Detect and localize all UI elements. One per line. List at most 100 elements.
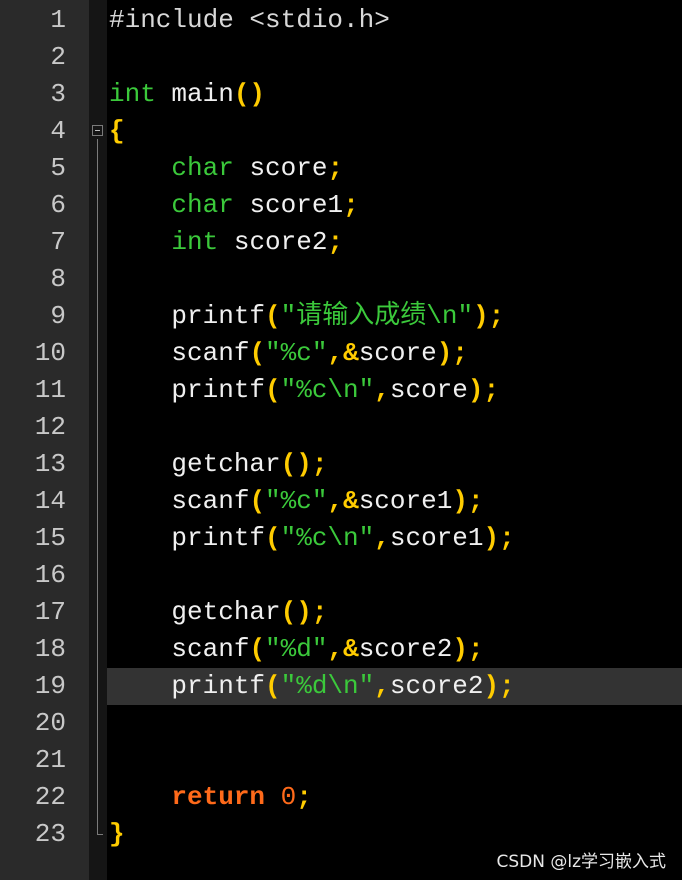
code-line[interactable]: 20 bbox=[0, 705, 682, 742]
code-line[interactable]: 12 bbox=[0, 409, 682, 446]
code-text[interactable]: return 0; bbox=[109, 779, 311, 816]
code-text[interactable]: getchar(); bbox=[109, 594, 327, 631]
code-token: (); bbox=[280, 597, 328, 627]
code-token: printf bbox=[109, 671, 266, 701]
code-token: score bbox=[233, 153, 328, 183]
code-line[interactable]: 9 printf("请输入成绩\n"); bbox=[0, 298, 682, 335]
code-token: () bbox=[233, 79, 266, 109]
code-token: printf bbox=[109, 375, 266, 405]
code-token: , bbox=[374, 523, 390, 553]
code-token: scanf bbox=[109, 338, 250, 368]
code-token: score1 bbox=[389, 523, 484, 553]
code-line[interactable]: 14 scanf("%c",&score1); bbox=[0, 483, 682, 520]
code-text[interactable]: int main() bbox=[109, 76, 265, 113]
line-number: 13 bbox=[34, 449, 66, 479]
line-number: 9 bbox=[50, 301, 66, 331]
code-line[interactable]: 5 char score; bbox=[0, 150, 682, 187]
code-line[interactable]: 3 int main() bbox=[0, 76, 682, 113]
code-text[interactable]: #include <stdio.h> bbox=[109, 2, 390, 39]
code-line[interactable]: 6 char score1; bbox=[0, 187, 682, 224]
line-number: 14 bbox=[34, 486, 66, 516]
code-text[interactable]: scanf("%d",&score2); bbox=[109, 631, 483, 668]
code-token: score2 bbox=[389, 671, 484, 701]
code-text[interactable]: printf("%d\n",score2); bbox=[109, 668, 515, 705]
code-token: ( bbox=[265, 523, 281, 553]
line-number: 18 bbox=[34, 634, 66, 664]
code-line[interactable]: 17 getchar(); bbox=[0, 594, 682, 631]
line-number: 5 bbox=[50, 153, 66, 183]
line-number: 8 bbox=[50, 264, 66, 294]
code-token: ); bbox=[473, 301, 505, 331]
code-text[interactable]: printf("%c\n",score1); bbox=[109, 520, 514, 557]
code-token: ); bbox=[483, 671, 515, 701]
code-line[interactable]: 22 return 0; bbox=[0, 779, 682, 816]
code-token: getchar bbox=[109, 597, 281, 627]
code-line[interactable]: 8 bbox=[0, 261, 682, 298]
code-line[interactable]: 1 #include <stdio.h> bbox=[0, 2, 682, 39]
code-token: score bbox=[358, 338, 437, 368]
code-token: scanf bbox=[109, 486, 250, 516]
code-text[interactable]: printf("请输入成绩\n"); bbox=[109, 298, 504, 335]
code-token: ( bbox=[265, 375, 281, 405]
code-text[interactable]: } bbox=[109, 816, 125, 853]
code-token: ; bbox=[343, 190, 359, 220]
watermark: CSDN @lz学习嵌入式 bbox=[496, 852, 666, 872]
code-token: getchar bbox=[109, 449, 281, 479]
line-number: 19 bbox=[34, 671, 66, 701]
code-token: int bbox=[109, 79, 156, 109]
line-number: 1 bbox=[50, 5, 66, 35]
code-token: char bbox=[171, 190, 234, 220]
code-token: score1 bbox=[233, 190, 344, 220]
code-token: char bbox=[171, 153, 234, 183]
code-token: ); bbox=[436, 338, 468, 368]
code-line[interactable]: 2 bbox=[0, 39, 682, 76]
code-lines[interactable]: 1 #include <stdio.h> 2 3 int main() 4{5 char … bbox=[0, 2, 682, 853]
code-line[interactable]: 16 bbox=[0, 557, 682, 594]
code-token: } bbox=[109, 819, 125, 849]
code-line[interactable]: 10 scanf("%c",&score); bbox=[0, 335, 682, 372]
code-token: 0 bbox=[280, 782, 297, 812]
code-line[interactable]: 15 printf("%c\n",score1); bbox=[0, 520, 682, 557]
code-token: ( bbox=[249, 486, 266, 516]
code-line[interactable]: 11 printf("%c\n",score); bbox=[0, 372, 682, 409]
code-editor[interactable]: 1 #include <stdio.h> 2 3 int main() 4{5 char … bbox=[0, 0, 682, 880]
line-number: 6 bbox=[50, 190, 66, 220]
code-text[interactable]: char score; bbox=[109, 150, 343, 187]
line-number: 3 bbox=[50, 79, 66, 109]
code-text[interactable]: getchar(); bbox=[109, 446, 327, 483]
line-number: 16 bbox=[34, 560, 66, 590]
code-line[interactable]: 19 printf("%d\n",score2); bbox=[0, 668, 682, 705]
line-number: 11 bbox=[34, 375, 66, 405]
code-line[interactable]: 18 scanf("%d",&score2); bbox=[0, 631, 682, 668]
code-text[interactable]: { bbox=[109, 113, 125, 150]
code-token: (); bbox=[280, 449, 328, 479]
code-token: , bbox=[374, 375, 390, 405]
code-token: int bbox=[171, 227, 219, 257]
code-text[interactable]: char score1; bbox=[109, 187, 359, 224]
code-text[interactable]: scanf("%c",&score); bbox=[109, 335, 468, 372]
code-text[interactable]: printf("%c\n",score); bbox=[109, 372, 499, 409]
code-token: scanf bbox=[109, 634, 250, 664]
code-token: main bbox=[155, 79, 234, 109]
line-number: 23 bbox=[34, 819, 66, 849]
code-line[interactable]: 7 int score2; bbox=[0, 224, 682, 261]
code-token: { bbox=[109, 116, 125, 146]
code-token: "请输入成绩\n" bbox=[280, 301, 474, 331]
code-line[interactable]: 21 bbox=[0, 742, 682, 779]
code-token: ( bbox=[265, 301, 281, 331]
code-line[interactable]: 13 getchar(); bbox=[0, 446, 682, 483]
code-token: ,& bbox=[327, 486, 359, 516]
code-token: score2 bbox=[358, 634, 453, 664]
code-text[interactable]: scanf("%c",&score1); bbox=[109, 483, 484, 520]
code-token: ); bbox=[467, 375, 500, 405]
code-line[interactable]: 4{ bbox=[0, 113, 682, 150]
code-text[interactable]: int score2; bbox=[109, 224, 343, 261]
line-number: 12 bbox=[34, 412, 66, 442]
code-token: score1 bbox=[358, 486, 453, 516]
line-number: 2 bbox=[50, 42, 66, 72]
code-token: ); bbox=[452, 486, 484, 516]
